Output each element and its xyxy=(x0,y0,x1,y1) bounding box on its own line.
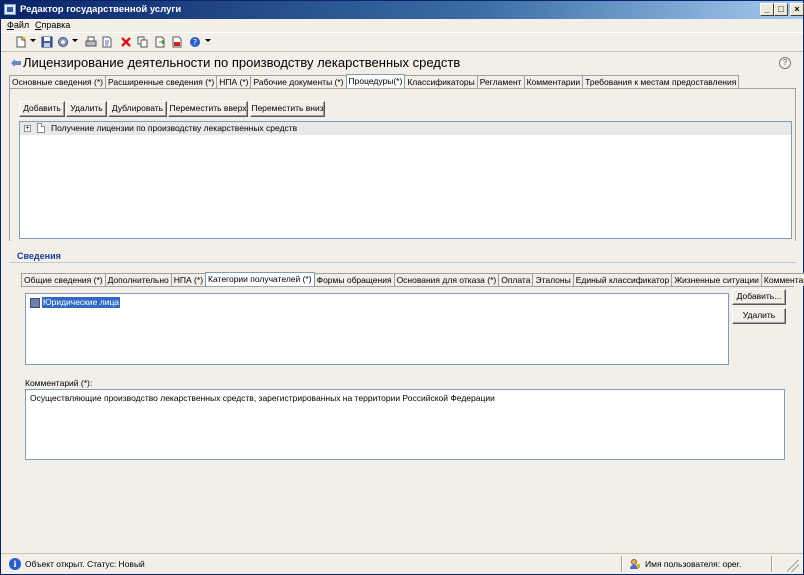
recipient-icon xyxy=(30,298,40,308)
tab-details-npa[interactable]: НПА (*) xyxy=(170,273,207,286)
tab-regulation[interactable]: Регламент xyxy=(476,75,525,88)
app-icon xyxy=(4,4,16,15)
preview-icon[interactable] xyxy=(101,36,113,48)
tab-refusal-grounds[interactable]: Основания для отказа (*) xyxy=(393,273,500,286)
tab-extended-info[interactable]: Расширенные сведения (*) xyxy=(104,75,218,88)
status-separator xyxy=(621,556,622,572)
toolbar: ? xyxy=(1,32,803,52)
page-heading: Лицензирование деятельности по производс… xyxy=(1,53,803,73)
tab-npa[interactable]: НПА (*) xyxy=(216,75,252,88)
add-recipient-button[interactable]: Добавить... xyxy=(732,289,786,305)
section-divider xyxy=(9,262,796,263)
move-up-button[interactable]: Переместить вверх xyxy=(168,101,248,117)
menu-bar: Файл Справка xyxy=(1,19,803,32)
help-icon[interactable]: ? xyxy=(779,57,791,69)
comment-label: Комментарий (*): xyxy=(25,378,93,388)
menu-file[interactable]: Файл xyxy=(7,20,29,30)
user-status: Имя пользователя: oper. xyxy=(645,559,742,569)
svg-text:?: ? xyxy=(193,38,197,47)
export-icon[interactable] xyxy=(154,36,166,48)
title-bar[interactable]: Редактор государственной услуги _ □ × xyxy=(1,1,804,19)
tab-unified-classifier[interactable]: Единый классификатор xyxy=(572,273,673,286)
maximize-button[interactable]: □ xyxy=(774,3,788,16)
tab-recipient-categories[interactable]: Категории получателей (*) xyxy=(205,272,315,286)
tree-row[interactable]: + Получение лицензии по производству лек… xyxy=(20,122,791,135)
info-icon: i xyxy=(9,558,21,570)
details-section-title: Сведения xyxy=(17,251,61,261)
window-title: Редактор государственной услуги xyxy=(20,4,182,15)
minimize-button[interactable]: _ xyxy=(760,3,774,16)
page-title: Лицензирование деятельности по производс… xyxy=(23,55,461,70)
tab-payment[interactable]: Оплата xyxy=(498,273,534,286)
details-tabs: Общие сведения (*) Дополнительно НПА (*)… xyxy=(21,272,804,287)
tab-general-info[interactable]: Общие сведения (*) xyxy=(21,273,106,286)
expand-icon[interactable]: + xyxy=(24,125,31,132)
user-icon xyxy=(630,559,640,569)
tab-basic-info[interactable]: Основные сведения (*) xyxy=(9,75,106,88)
duplicate-procedure-button[interactable]: Дублировать xyxy=(108,101,167,117)
new-document-icon[interactable] xyxy=(15,36,27,48)
tab-standards[interactable]: Эталоны xyxy=(532,273,574,286)
help-toolbar-icon[interactable]: ? xyxy=(189,36,201,48)
help-dropdown-arrow-icon[interactable] xyxy=(205,39,211,42)
recipient-label[interactable]: Юридические лица xyxy=(42,297,121,308)
tab-request-forms[interactable]: Формы обращения xyxy=(313,273,395,286)
tab-life-situations[interactable]: Жизненные ситуации xyxy=(671,273,762,286)
save-icon[interactable] xyxy=(41,36,53,48)
document-icon xyxy=(37,123,45,133)
recipients-list[interactable]: Юридические лица xyxy=(25,293,729,365)
move-down-button[interactable]: Переместить вниз xyxy=(250,101,325,117)
inner-tab-divider xyxy=(21,286,794,287)
remove-recipient-button[interactable]: Удалить xyxy=(732,308,786,324)
resize-grip[interactable] xyxy=(787,560,799,572)
tab-details-comments[interactable]: Комментарии xyxy=(760,273,804,286)
new-dropdown-arrow-icon[interactable] xyxy=(30,39,36,42)
add-procedure-button[interactable]: Добавить xyxy=(19,101,65,117)
settings-icon[interactable] xyxy=(57,36,69,48)
tab-work-documents[interactable]: Рабочие документы (*) xyxy=(250,75,347,88)
tab-comments[interactable]: Комментарии xyxy=(523,75,584,88)
tab-additional[interactable]: Дополнительно xyxy=(104,273,172,286)
service-arrow-icon xyxy=(11,59,21,67)
tab-procedures[interactable]: Процедуры(*) xyxy=(345,74,406,88)
delete-icon[interactable] xyxy=(120,36,132,48)
comment-field[interactable]: Осуществляющие производство лекарственны… xyxy=(25,389,785,460)
pdf-icon[interactable] xyxy=(171,36,183,48)
object-status: Объект открыт. Статус: Новый xyxy=(25,559,145,569)
close-button[interactable]: × xyxy=(790,3,804,16)
print-icon[interactable] xyxy=(85,36,97,48)
procedures-tree[interactable]: + Получение лицензии по производству лек… xyxy=(19,121,792,239)
status-separator xyxy=(771,556,772,572)
procedure-label[interactable]: Получение лицензии по производству лекар… xyxy=(51,123,297,133)
copy-icon[interactable] xyxy=(137,36,149,48)
main-tabs: Основные сведения (*) Расширенные сведен… xyxy=(9,74,740,89)
remove-procedure-button[interactable]: Удалить xyxy=(66,101,107,117)
menu-help[interactable]: Справка xyxy=(35,20,70,30)
tab-classifiers[interactable]: Классификаторы xyxy=(404,75,478,88)
settings-dropdown-arrow-icon[interactable] xyxy=(72,39,78,42)
editor-window: Редактор государственной услуги _ □ × Фа… xyxy=(0,0,804,575)
status-bar: i Объект открыт. Статус: Новый Имя польз… xyxy=(1,553,803,574)
tab-location-requirements[interactable]: Требования к местам предоставления xyxy=(582,75,740,88)
